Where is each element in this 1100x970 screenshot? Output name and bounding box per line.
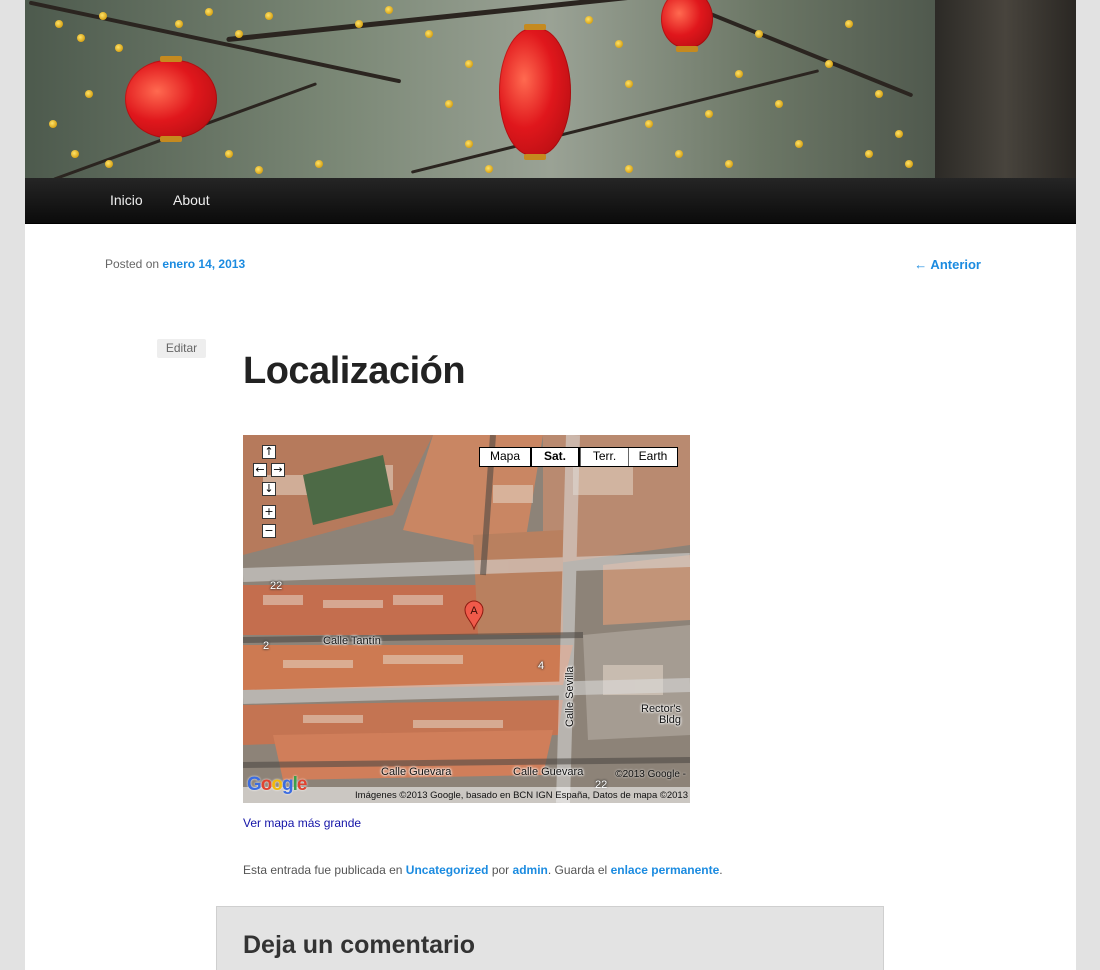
permalink-link[interactable]: enlace permanente [611,863,720,877]
map-type-earth[interactable]: Earth [628,448,677,466]
pan-down-icon[interactable]: ↓ [262,482,276,496]
header-image [25,0,1076,178]
map-type-mapa[interactable]: Mapa [480,448,530,466]
pan-left-icon[interactable]: ← [253,463,267,477]
street-label-guevara-1: Calle Guevara [381,766,452,778]
street-label-guevara-2: Calle Guevara [513,766,584,778]
comment-form: Deja un comentario [216,906,884,970]
zoom-out-icon[interactable]: − [262,524,276,538]
author-link[interactable]: admin [513,863,548,877]
place-label-rectors: Rector's Bldg [641,703,681,726]
street-label-sevilla: Calle Sevilla [564,666,576,727]
comment-form-title: Deja un comentario [243,931,475,959]
map-attribution: Imágenes ©2013 Google, basado en BCN IGN… [355,790,688,801]
map-copyright: ©2013 Google - [615,769,686,780]
category-link[interactable]: Uncategorized [406,863,489,877]
map-type-terrain[interactable]: Terr. [580,448,628,466]
map-number-22: 22 [270,580,283,592]
map-number-2: 2 [263,640,270,652]
embedded-map[interactable]: Mapa Sat. Terr. Earth ↑ ← → ↓ + − A 22 2… [243,435,690,803]
page: Inicio About Posted on enero 14, 2013 ← … [25,0,1076,970]
pan-up-icon[interactable]: ↑ [262,445,276,459]
location-marker-icon[interactable]: A [463,600,485,630]
entry-meta-save: . Guarda el [547,863,608,877]
entry-meta-prefix: Esta entrada fue publicada en [243,863,403,877]
main-nav: Inicio About [25,178,1076,224]
entry-meta-by: por [491,863,510,877]
pan-right-icon[interactable]: → [271,463,285,477]
map-type-bar: Mapa Sat. Terr. Earth [479,447,678,467]
edit-button[interactable]: Editar [157,339,206,358]
map-type-satellite[interactable]: Sat. [530,448,580,466]
view-larger-map-link[interactable]: Ver mapa más grande [243,816,361,830]
nav-item-inicio[interactable]: Inicio [110,178,143,223]
entry-meta-end: . [719,863,723,877]
page-title: Localización [243,350,466,392]
post-date-link[interactable]: enero 14, 2013 [162,257,245,271]
marker-letter: A [470,605,478,617]
google-logo[interactable]: Google [247,774,307,796]
map-number-4: 4 [538,660,545,672]
entry-meta: Esta entrada fue publicada en Uncategori… [243,863,723,877]
posted-on: Posted on enero 14, 2013 [105,257,245,271]
previous-post-link[interactable]: ← Anterior [914,257,981,272]
street-label-tantin: Calle Tantín [323,635,381,647]
zoom-in-icon[interactable]: + [262,505,276,519]
nav-item-about[interactable]: About [173,178,210,223]
posted-on-label: Posted on [105,257,160,271]
